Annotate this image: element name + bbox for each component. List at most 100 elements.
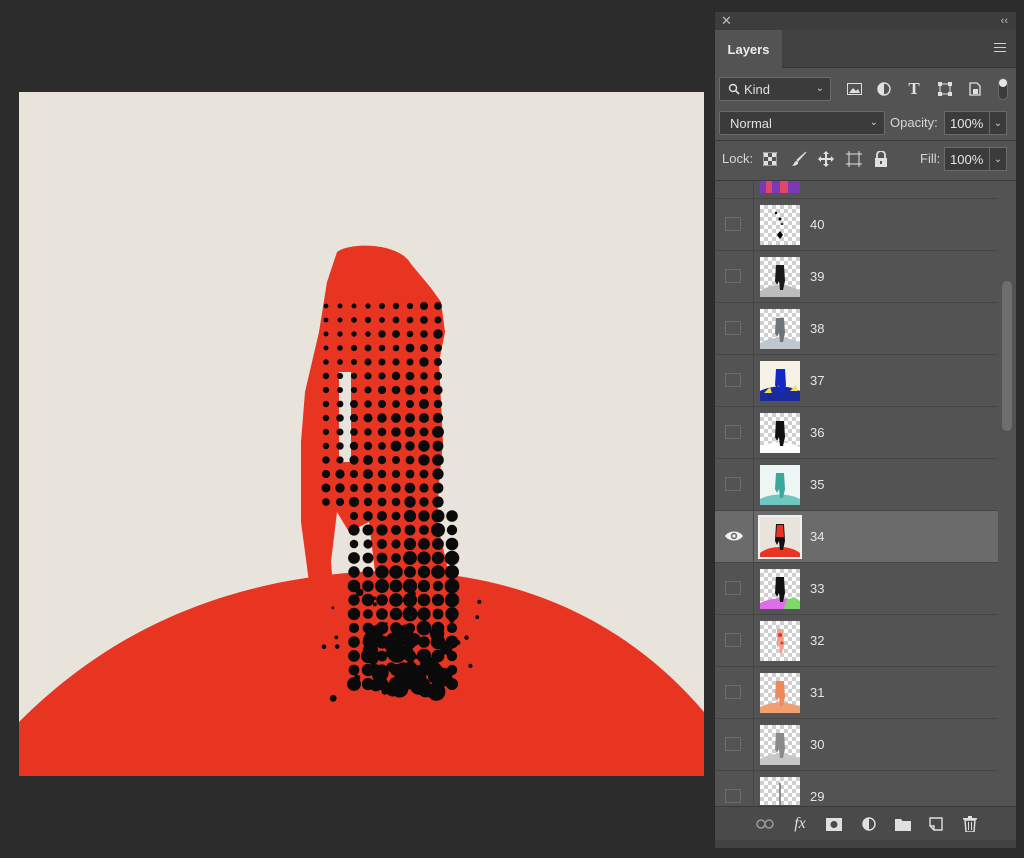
panel-menu-icon[interactable] <box>994 43 1006 53</box>
fill-label: Fill: <box>920 151 941 166</box>
layer-row[interactable]: 39 <box>715 251 998 303</box>
layer-row[interactable]: 40 <box>715 199 998 251</box>
layer-thumbnail <box>760 725 800 765</box>
layers-scrollbar[interactable] <box>998 181 1016 805</box>
blend-row: Normal ⌄ Opacity: 100% ⌄ <box>715 110 1016 136</box>
layer-row[interactable]: 29 <box>715 771 998 805</box>
kind-filter-label: Kind <box>744 81 771 97</box>
shape-filter-icon[interactable] <box>936 80 954 98</box>
visibility-toggle[interactable] <box>725 633 741 647</box>
close-icon[interactable]: ✕ <box>721 13 732 29</box>
visibility-toggle[interactable] <box>725 425 741 439</box>
layer-thumbnail <box>760 777 800 805</box>
tab-layers[interactable]: Layers <box>715 30 782 68</box>
panel-titlebar: ✕ ‹‹ <box>715 12 1016 30</box>
layer-row-selected[interactable]: 34 <box>715 511 998 563</box>
fill-dropdown-icon[interactable]: ⌄ <box>990 147 1007 171</box>
blend-mode-select[interactable]: Normal ⌄ <box>719 111 885 135</box>
fx-icon[interactable]: fx <box>790 815 810 833</box>
new-group-folder-icon[interactable] <box>893 815 913 833</box>
lock-position-icon[interactable] <box>817 150 835 168</box>
panel-tab-row: Layers <box>715 30 1016 68</box>
layer-name[interactable]: 32 <box>810 633 824 648</box>
layer-mask-icon[interactable] <box>824 815 844 833</box>
chevron-down-icon: ⌄ <box>815 83 824 94</box>
opacity-input[interactable]: 100% <box>944 111 990 135</box>
opacity-dropdown-icon[interactable]: ⌄ <box>990 111 1007 135</box>
delete-layer-icon[interactable] <box>960 815 980 833</box>
lock-image-pixels-icon[interactable] <box>790 150 808 168</box>
search-icon <box>728 83 740 95</box>
layer-row[interactable]: 33 <box>715 563 998 615</box>
scrollbar-thumb[interactable] <box>1002 281 1012 431</box>
layer-row[interactable]: 31 <box>715 667 998 719</box>
layer-thumbnail <box>760 465 800 505</box>
fill-input[interactable]: 100% <box>944 147 990 171</box>
layer-row[interactable]: 37 <box>715 355 998 407</box>
panel-footer: fx <box>715 806 1016 840</box>
layer-name[interactable]: 35 <box>810 477 824 492</box>
layer-name[interactable]: 30 <box>810 737 824 752</box>
filter-toggle[interactable] <box>998 78 1008 100</box>
chevron-down-icon: ⌄ <box>869 117 878 128</box>
layer-row[interactable]: 30 <box>715 719 998 771</box>
new-adjustment-layer-icon[interactable] <box>859 815 879 833</box>
layer-row[interactable]: 32 <box>715 615 998 667</box>
layer-thumbnail <box>760 309 800 349</box>
visibility-toggle[interactable] <box>725 789 741 803</box>
filter-row: Kind ⌄ T <box>715 76 1016 102</box>
link-layers-icon[interactable] <box>755 815 775 833</box>
eye-icon[interactable] <box>724 526 744 546</box>
layer-thumbnail <box>760 413 800 453</box>
layer-name[interactable]: 34 <box>810 529 824 544</box>
visibility-toggle[interactable] <box>725 737 741 751</box>
layers-panel: ✕ ‹‹ Layers Kind ⌄ T Normal ⌄ Opacity: 1… <box>714 11 1017 849</box>
adjustment-filter-icon[interactable] <box>875 80 893 98</box>
layer-name[interactable]: 33 <box>810 581 824 596</box>
layer-name[interactable]: 37 <box>810 373 824 388</box>
visibility-toggle[interactable] <box>725 477 741 491</box>
kind-filter-select[interactable]: Kind ⌄ <box>719 77 831 101</box>
lock-label: Lock: <box>722 151 754 166</box>
visibility-toggle[interactable] <box>725 685 741 699</box>
visibility-toggle[interactable] <box>725 373 741 387</box>
document-canvas[interactable] <box>19 92 704 776</box>
layer-thumbnail <box>760 205 800 245</box>
layer-name[interactable]: 31 <box>810 685 824 700</box>
visibility-toggle[interactable] <box>725 217 741 231</box>
layer-row[interactable]: 36 <box>715 407 998 459</box>
layer-thumbnail <box>760 569 800 609</box>
divider <box>715 140 1016 141</box>
visibility-toggle[interactable] <box>725 581 741 595</box>
lock-transparent-pixels-icon[interactable] <box>761 150 779 168</box>
lock-all-icon[interactable] <box>872 150 890 168</box>
layer-thumbnail <box>760 361 800 401</box>
artwork <box>19 245 704 776</box>
layer-name[interactable]: 39 <box>810 269 824 284</box>
visibility-toggle[interactable] <box>725 321 741 335</box>
layer-thumbnail <box>760 181 800 193</box>
new-layer-icon[interactable] <box>926 815 946 833</box>
layer-name[interactable]: 38 <box>810 321 824 336</box>
layer-thumbnail <box>760 673 800 713</box>
layer-row[interactable] <box>715 181 998 199</box>
smart-object-filter-icon[interactable] <box>966 80 984 98</box>
layer-thumbnail <box>758 515 802 559</box>
layer-row[interactable]: 38 <box>715 303 998 355</box>
blend-mode-value: Normal <box>730 115 772 131</box>
layer-name[interactable]: 29 <box>810 789 824 804</box>
panel-resize-bar[interactable] <box>715 840 1016 848</box>
layer-name[interactable]: 40 <box>810 217 824 232</box>
lock-row: Lock: Fill: 100% ⌄ <box>715 146 1016 172</box>
collapse-icon[interactable]: ‹‹ <box>1001 13 1008 29</box>
lock-artboard-icon[interactable] <box>845 150 863 168</box>
type-filter-icon[interactable]: T <box>905 79 923 98</box>
opacity-label: Opacity: <box>890 115 938 130</box>
layer-thumbnail <box>760 621 800 661</box>
layer-name[interactable]: 36 <box>810 425 824 440</box>
visibility-toggle[interactable] <box>725 269 741 283</box>
layers-list: 40 39 38 37 36 35 34 33 32 31 30 29 <box>715 181 998 805</box>
layer-thumbnail <box>760 257 800 297</box>
layer-row[interactable]: 35 <box>715 459 998 511</box>
image-filter-icon[interactable] <box>845 80 863 98</box>
